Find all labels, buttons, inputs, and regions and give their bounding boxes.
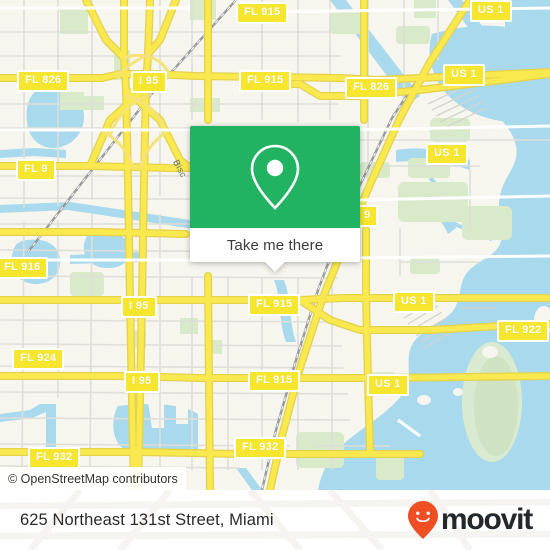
moovit-wordmark: moovit [440, 503, 533, 536]
road-shield: I 95 [124, 371, 160, 393]
map-attribution[interactable]: © OpenStreetMap contributors [0, 467, 186, 490]
moovit-pin-icon [407, 501, 438, 539]
road-shield: US 1 [393, 291, 435, 313]
road-shield: FL 915 [236, 2, 289, 24]
attribution-text: © OpenStreetMap contributors [8, 471, 178, 486]
footer-bar: 625 Northeast 131st Street, Miami moovit [0, 490, 550, 550]
map-canvas[interactable]: FL 915 US 1 FL 826 I 95 FL 915 FL 826 US 1 FL 9… [0, 0, 550, 490]
address-label: 625 Northeast 131st Street, Miami [20, 510, 274, 529]
road-shield: I 95 [121, 296, 157, 318]
road-shield: FL 932 [234, 437, 287, 459]
road-shield: I 95 [131, 71, 167, 93]
road-shield: US 1 [426, 143, 468, 165]
location-pin-icon [250, 144, 300, 210]
road-shield: US 1 [367, 374, 409, 396]
road-shield: FL 915 [248, 294, 301, 316]
road-shield: FL 924 [12, 348, 65, 370]
road-shield: US 1 [470, 0, 512, 22]
map-screenshot: FL 915 US 1 FL 826 I 95 FL 915 FL 826 US 1 FL 9… [0, 0, 550, 550]
road-shield: FL 916 [0, 257, 49, 279]
moovit-logo[interactable]: moovit [407, 501, 533, 539]
road-shield: FL 826 [345, 77, 398, 99]
marker-card-pointer [264, 261, 286, 272]
road-shield: FL 915 [248, 370, 301, 392]
take-me-there-label: Take me there [226, 236, 324, 254]
road-shield: FL 9 [16, 159, 56, 181]
destination-marker-card[interactable]: Take me there [190, 126, 360, 272]
marker-card-image [190, 126, 360, 228]
road-shield: FL 826 [17, 70, 70, 92]
take-me-there-button[interactable]: Take me there [190, 228, 360, 272]
road-shield: US 1 [443, 64, 485, 86]
road-shield: FL 932 [28, 447, 81, 469]
road-shield: FL 915 [239, 70, 292, 92]
road-shield: FL 922 [497, 320, 550, 342]
